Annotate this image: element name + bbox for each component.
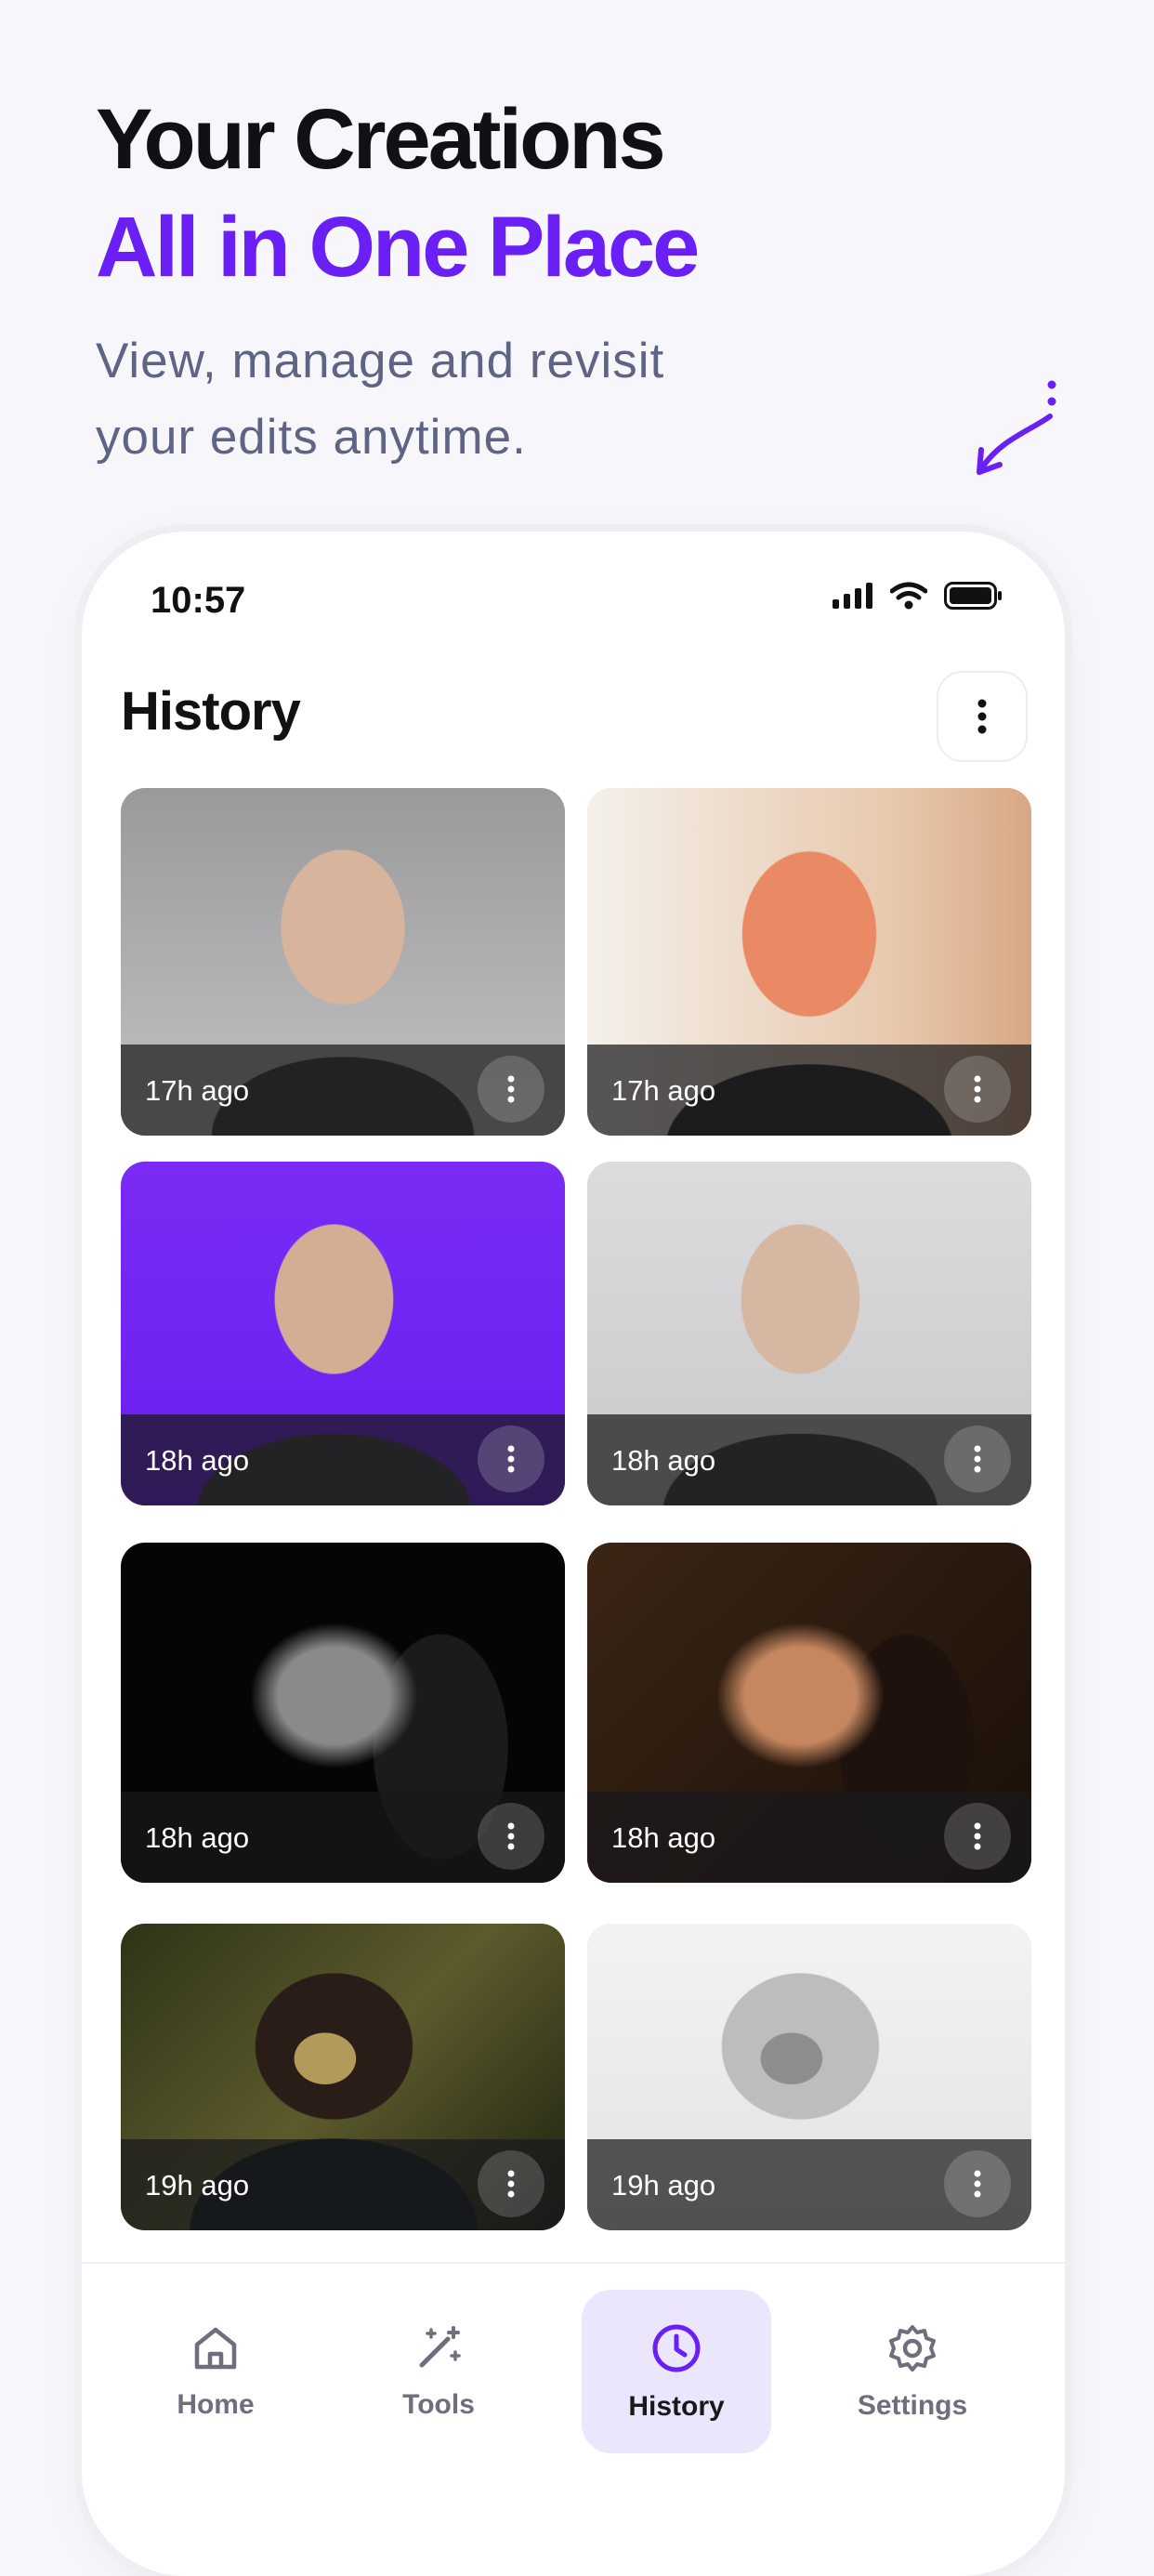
history-card[interactable]: 18h ago [121, 1162, 565, 1505]
card-menu-button[interactable] [944, 1426, 1011, 1492]
history-card[interactable]: 18h ago [587, 1162, 1031, 1505]
timestamp: 19h ago [145, 2169, 250, 2201]
more-options-button[interactable] [937, 671, 1028, 762]
vertical-dots-icon [974, 1445, 981, 1473]
history-card[interactable]: 18h ago [587, 1543, 1031, 1883]
card-menu-button[interactable] [478, 1426, 544, 1492]
magic-wand-icon [419, 2326, 461, 2368]
card-menu-button[interactable] [944, 1803, 1011, 1870]
tab-label: Home [177, 2389, 255, 2420]
card-menu-button[interactable] [478, 2150, 544, 2217]
history-card[interactable]: 17h ago [587, 788, 1031, 1136]
vertical-dots-icon [507, 1445, 515, 1473]
tab-history[interactable]: History [582, 2290, 771, 2453]
vertical-dots-icon [974, 1075, 981, 1103]
history-card[interactable]: 18h ago [121, 1543, 565, 1883]
timestamp: 18h ago [145, 1821, 250, 1854]
home-icon [194, 2327, 237, 2370]
card-menu-button[interactable] [478, 1803, 544, 1870]
timestamp: 19h ago [611, 2169, 716, 2201]
vertical-dots-icon [507, 1075, 515, 1103]
signal-icon [833, 583, 872, 609]
history-card[interactable]: 19h ago [587, 1924, 1031, 2230]
timestamp: 18h ago [145, 1444, 250, 1477]
vertical-dots-icon [507, 1822, 515, 1850]
card-menu-button[interactable] [478, 1056, 544, 1123]
vertical-dots-icon [974, 2170, 981, 2198]
status-icons [833, 582, 1003, 610]
timestamp: 18h ago [611, 1821, 716, 1854]
clock-icon [652, 2324, 701, 2372]
hero-title-line-1: Your Creations [96, 92, 666, 187]
card-menu-button[interactable] [944, 2150, 1011, 2217]
timestamp: 18h ago [611, 1444, 716, 1477]
hero-subtitle-line-1: View, manage and revisit [96, 334, 665, 388]
timestamp: 17h ago [145, 1074, 250, 1107]
tab-label: Tools [402, 2389, 475, 2420]
wifi-icon [890, 582, 927, 610]
history-card[interactable]: 17h ago [121, 788, 565, 1136]
tab-tools[interactable]: Tools [344, 2290, 533, 2453]
tab-settings[interactable]: Settings [818, 2290, 1007, 2453]
timestamp: 17h ago [611, 1074, 716, 1107]
page-title: History [121, 681, 301, 742]
gear-icon [889, 2325, 936, 2372]
phone-mockup: 10:57 History 17h ago 17h ago 18h ago 18… [82, 532, 1065, 2576]
tab-home[interactable]: Home [121, 2290, 310, 2453]
vertical-dots-icon [507, 2170, 515, 2198]
status-time: 10:57 [151, 580, 246, 621]
tab-label: Settings [857, 2390, 968, 2421]
history-card[interactable]: 19h ago [121, 1924, 565, 2230]
hero-title: Your Creations All in One Place [96, 85, 700, 301]
card-menu-button[interactable] [944, 1056, 1011, 1123]
vertical-dots-icon [974, 1822, 981, 1850]
hero-title-line-2: All in One Place [96, 200, 700, 295]
bottom-tab-bar: Home Tools History Settings [82, 2262, 1065, 2487]
hero-subtitle: View, manage and revisit your edits anyt… [96, 323, 728, 476]
vertical-dots-icon [977, 699, 987, 734]
hero-subtitle-line-2: your edits anytime. [96, 410, 527, 465]
tab-label: History [628, 2391, 725, 2422]
battery-icon [944, 582, 1002, 610]
curved-arrow-icon [977, 380, 1056, 475]
